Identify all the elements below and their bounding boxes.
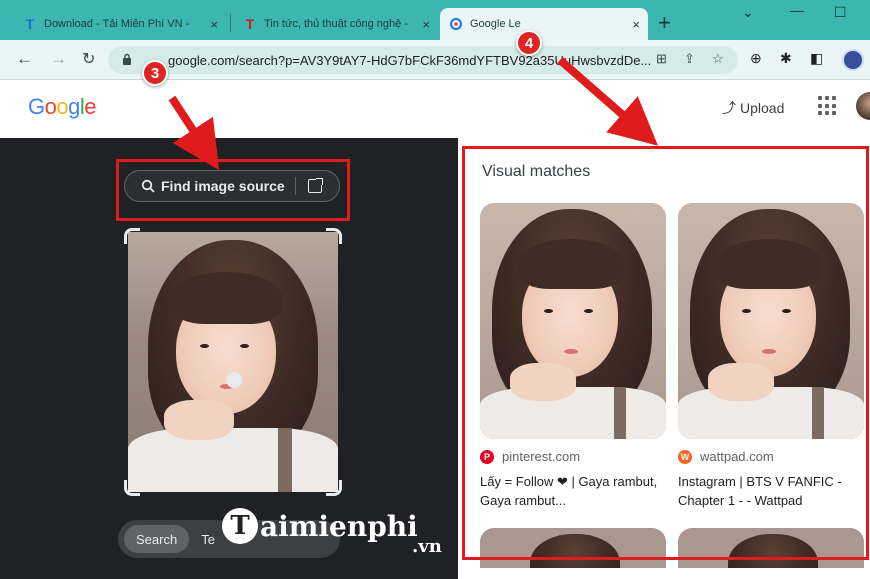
- reload-icon[interactable]: ↻: [82, 49, 95, 69]
- tab-tin-tuc[interactable]: T Tin tức, thủ thuật công nghệ - ×: [234, 8, 438, 40]
- side-panel-icon[interactable]: ◧: [810, 50, 823, 67]
- google-logo-letter: o: [56, 94, 69, 119]
- step-badge-3: 3: [142, 60, 168, 86]
- highlight-box-visual-matches: [462, 146, 869, 560]
- crop-handle[interactable]: [124, 228, 140, 244]
- watermark-text: aimienphi: [260, 509, 418, 543]
- taimienphi-favicon-icon: T: [25, 16, 35, 32]
- google-logo-letter: G: [28, 94, 45, 119]
- tab-google-lens[interactable]: Google Le ×: [440, 8, 648, 40]
- forward-arrow-icon[interactable]: →: [50, 49, 67, 69]
- google-header: Google ⤴ Upload: [0, 80, 870, 138]
- tab-download[interactable]: T Download - Tải Miễn Phí VN - ×: [14, 8, 226, 40]
- tab-search-chevron-icon[interactable]: ⌄: [742, 4, 754, 21]
- google-logo[interactable]: Google: [28, 94, 97, 120]
- extension-icon[interactable]: ⊕: [750, 50, 762, 67]
- google-logo-letter: o: [44, 94, 57, 119]
- bookmark-star-icon[interactable]: ☆: [712, 51, 724, 67]
- lock-icon: [123, 53, 131, 65]
- apps-grid-icon[interactable]: [818, 96, 838, 116]
- query-image[interactable]: [128, 232, 338, 492]
- address-bar[interactable]: google.com/search?p=AV3Y9tAY7-HdG7bFCkF3…: [108, 46, 738, 74]
- google-logo-letter: g: [68, 94, 80, 119]
- upload-button[interactable]: ⤴ Upload: [722, 98, 784, 118]
- upload-icon: ⤴: [722, 100, 736, 116]
- minimize-icon[interactable]: —: [790, 2, 804, 18]
- mode-search[interactable]: Search: [124, 525, 190, 553]
- crop-handle[interactable]: [326, 480, 342, 496]
- puzzle-icon[interactable]: ✱: [780, 50, 792, 67]
- close-tab-icon[interactable]: ×: [632, 17, 640, 32]
- share-icon[interactable]: ⇪: [684, 51, 695, 67]
- maximize-icon[interactable]: ☐: [834, 4, 847, 21]
- crop-handle[interactable]: [124, 480, 140, 496]
- tab-title: Download - Tải Miễn Phí VN -: [44, 18, 190, 30]
- tab-title: Tin tức, thủ thuật công nghệ -: [264, 18, 408, 30]
- google-lens-icon: [448, 16, 464, 32]
- google-logo-letter: e: [84, 94, 97, 119]
- highlight-box-find-source: [116, 159, 350, 221]
- url-text: google.com/search?p=AV3Y9tAY7-HdG7bFCkF3…: [168, 53, 652, 68]
- upload-label: Upload: [740, 100, 785, 116]
- account-avatar[interactable]: [856, 92, 870, 120]
- tab-title: Google Le: [470, 18, 521, 30]
- profile-avatar[interactable]: [842, 49, 864, 71]
- step-badge-4: 4: [516, 30, 542, 56]
- taimienphi-watermark: T aimienphi .vn: [222, 508, 442, 557]
- back-arrow-icon[interactable]: ←: [16, 49, 33, 69]
- watermark-sub: .vn: [412, 536, 442, 557]
- object-dot[interactable]: [226, 372, 242, 388]
- close-tab-icon[interactable]: ×: [422, 17, 430, 32]
- crop-handle[interactable]: [326, 228, 342, 244]
- lens-image-pane: Find image source Search Te T aimienphi …: [0, 138, 458, 579]
- new-tab-button[interactable]: +: [658, 10, 671, 36]
- taimienphi-favicon-icon: T: [245, 16, 255, 32]
- close-tab-icon[interactable]: ×: [210, 17, 218, 32]
- translate-icon[interactable]: ⊞: [656, 51, 667, 67]
- tab-separator: [230, 14, 231, 32]
- toolbar: ← → ↻ google.com/search?p=AV3Y9tAY7-HdG7…: [0, 40, 870, 80]
- watermark-initial: T: [222, 508, 258, 544]
- object-dot[interactable]: [228, 432, 244, 448]
- tab-bar: T Download - Tải Miễn Phí VN - × T Tin t…: [0, 0, 870, 40]
